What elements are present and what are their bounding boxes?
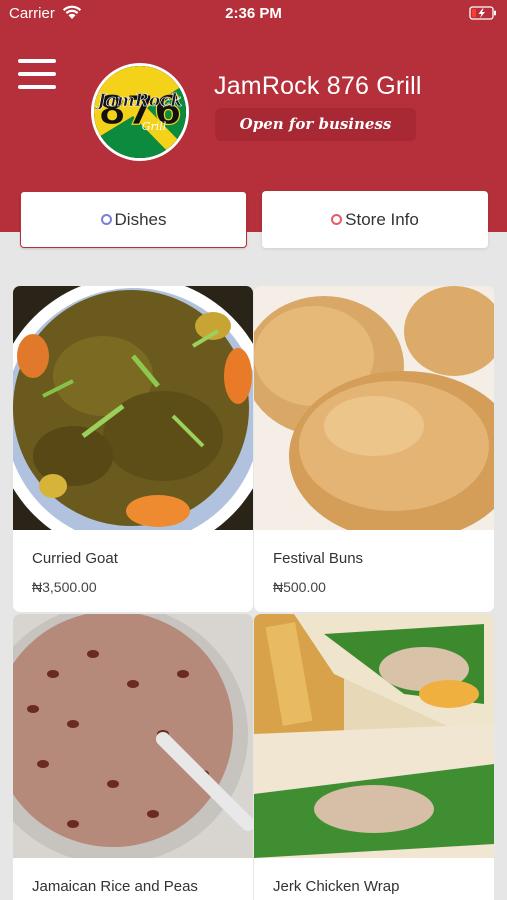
festival-buns-image [254, 286, 494, 530]
jerk-chicken-wrap-image [254, 614, 494, 858]
app-screen: Carrier 2:36 PM 876 JamRock Grill JamRoc… [0, 0, 507, 900]
tab-dishes[interactable]: Dishes [20, 191, 247, 248]
clock: 2:36 PM [225, 5, 282, 22]
store-logo: 876 JamRock Grill [91, 63, 189, 161]
dish-card-festival-buns[interactable]: Festival Buns ₦500.00 [254, 286, 494, 612]
dish-card-jerk-chicken-wrap[interactable]: Jerk Chicken Wrap [254, 614, 494, 900]
svg-text:JamRock: JamRock [95, 91, 183, 111]
dish-name: Jamaican Rice and Peas [32, 878, 198, 895]
dish-card-curried-goat[interactable]: Curried Goat ₦3,500.00 [13, 286, 253, 612]
status-bar: Carrier 2:36 PM [0, 0, 507, 28]
dish-name: Festival Buns [273, 550, 364, 567]
svg-text:Grill: Grill [142, 120, 167, 133]
hamburger-menu-icon[interactable] [18, 57, 56, 91]
tab-indicator-icon [100, 214, 112, 225]
store-status-badge: Open for business [215, 108, 416, 141]
dish-name: Curried Goat [32, 550, 118, 567]
tab-store-info-label: Store Info [345, 209, 419, 229]
store-name: JamRock 876 Grill [214, 72, 422, 100]
rice-and-peas-image [13, 614, 253, 858]
tab-dishes-label: Dishes [114, 209, 167, 229]
curried-goat-image [13, 286, 253, 530]
dish-price: ₦3,500.00 [32, 579, 97, 595]
dish-price: ₦500.00 [273, 579, 326, 595]
dish-name: Jerk Chicken Wrap [273, 878, 400, 895]
tab-indicator-icon [331, 214, 343, 225]
tab-store-info[interactable]: Store Info [262, 191, 488, 248]
store-logo-image: 876 JamRock Grill [94, 66, 186, 158]
dish-card-rice-and-peas[interactable]: Jamaican Rice and Peas [13, 614, 253, 900]
battery-low-icon [469, 6, 496, 20]
